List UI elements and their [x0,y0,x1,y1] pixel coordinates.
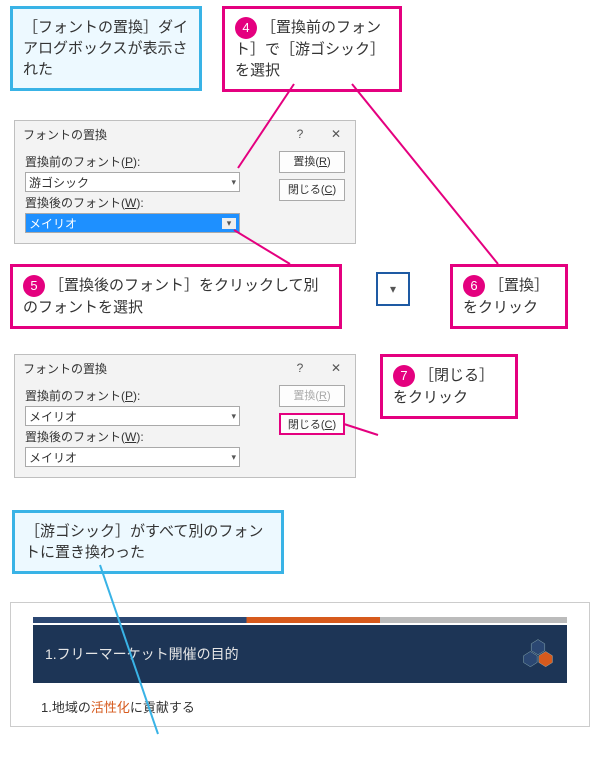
combo-value: メイリオ [29,408,77,425]
combo-value: メイリオ [29,215,77,232]
chevron-down-icon: ▾ [231,177,236,188]
step-badge-7: 7 [393,365,415,387]
callout-result: ［游ゴシック］がすべて別のフォントに置き換わった [12,510,284,574]
callout-text: ［游ゴシック］がすべて別のフォントに置き換わった [25,523,263,561]
list-num: 1. [41,700,52,715]
callout-step-4: 4［置換前のフォント］で［游ゴシック］を選択 [222,6,402,92]
chevron-down-icon: ▾ [222,218,236,229]
dialog-title: フォントの置換 [23,126,107,143]
chevron-down-icon: ▾ [231,452,236,463]
accent-bar [33,617,567,623]
close-button[interactable]: ✕ [325,361,347,375]
callout-dialog-shown: ［フォントの置換］ダイアログボックスが表示された [10,6,202,91]
chevron-down-icon: ▾ [390,282,396,296]
callout-text: ［置換後のフォント］をクリックして別のフォントを選択 [23,277,319,316]
before-font-combo[interactable]: メイリオ ▾ [25,406,240,426]
callout-step-5: 5［置換後のフォント］をクリックして別のフォントを選択 [10,264,342,329]
callout-step-6: 6［置換］をクリック [450,264,568,329]
after-font-combo[interactable]: メイリオ ▾ [25,447,240,467]
font-replace-dialog-2: フォントの置換 ? ✕ 置換前のフォント(P): メイリオ ▾ 置換後のフォント… [14,354,356,478]
chevron-down-icon: ▾ [231,411,236,422]
hex-icon [521,639,555,669]
before-font-combo[interactable]: 游ゴシック ▾ [25,172,240,192]
close-dialog-button[interactable]: 閉じる(C) [279,179,345,201]
dialog-titlebar: フォントの置換 ? ✕ [15,121,355,147]
font-replace-dialog-1: フォントの置換 ? ✕ 置換前のフォント(P): 游ゴシック ▾ 置換後のフォン… [14,120,356,244]
help-button[interactable]: ? [289,361,311,375]
slide-preview: 1.フリーマーケット開催の目的 1.地域の活性化に貢献する [10,602,590,727]
replace-button: 置換(R) [279,385,345,407]
callout-step-7: 7［閉じる］をクリック [380,354,518,419]
step-badge-6: 6 [463,275,485,297]
combo-value: メイリオ [29,449,77,466]
slide-title: 1.フリーマーケット開催の目的 [45,644,239,664]
dialog-title: フォントの置換 [23,360,107,377]
help-button[interactable]: ? [289,127,311,141]
dialog-titlebar: フォントの置換 ? ✕ [15,355,355,381]
step-badge-5: 5 [23,275,45,297]
close-button[interactable]: ✕ [325,127,347,141]
after-font-combo[interactable]: メイリオ ▾ [25,213,240,233]
callout-text: ［置換前のフォント］で［游ゴシック］を選択 [235,19,385,79]
callout-text: ［フォントの置換］ダイアログボックスが表示された [23,19,188,78]
combo-expand-button[interactable]: ▾ [376,272,410,306]
close-dialog-button[interactable]: 閉じる(C) [279,413,345,435]
combo-value: 游ゴシック [29,174,89,191]
step-badge-4: 4 [235,17,257,39]
replace-button[interactable]: 置換(R) [279,151,345,173]
slide-title-bar: 1.フリーマーケット開催の目的 [33,625,567,683]
slide-body: 1.地域の活性化に貢献する [41,697,559,716]
